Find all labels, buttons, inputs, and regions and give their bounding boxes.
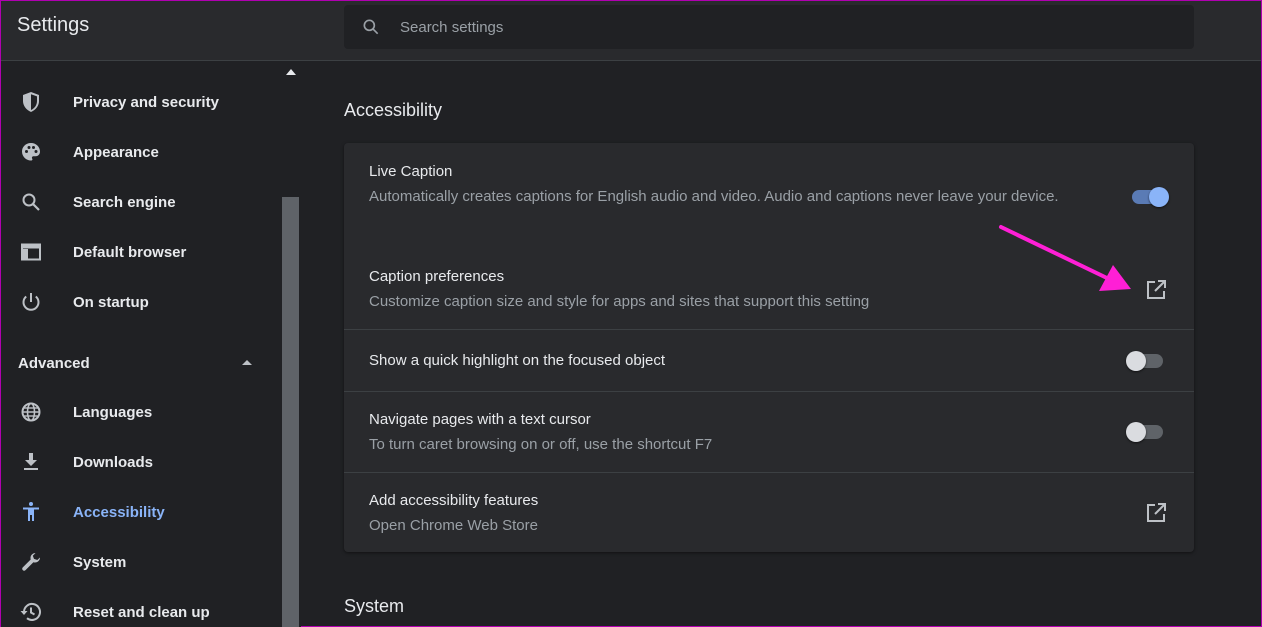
quick-highlight-row[interactable]: Show a quick highlight on the focused ob… (344, 330, 1194, 391)
text-cursor-toggle[interactable] (1126, 421, 1166, 442)
shield-icon (23, 92, 39, 112)
sidebar-item-label: Reset and clean up (73, 603, 210, 621)
sidebar: Privacy and security Appearance Search e… (1, 62, 281, 627)
live-caption-toggle[interactable] (1129, 186, 1169, 207)
scroll-up-arrow-icon[interactable] (285, 68, 297, 76)
sidebar-item-label: Downloads (73, 453, 154, 471)
sidebar-scrollbar-thumb[interactable] (282, 197, 299, 627)
row-title: Live Caption (369, 163, 453, 180)
sidebar-item-privacy-and-security[interactable]: Privacy and security (1, 79, 281, 125)
wrench-icon (22, 553, 40, 571)
advanced-label: Advanced (18, 354, 90, 372)
section-title-system: System (344, 596, 405, 616)
caption-preferences-row[interactable]: Caption preferences Customize caption si… (344, 246, 1194, 329)
sidebar-item-system[interactable]: System (1, 539, 281, 585)
text-cursor-row[interactable]: Navigate pages with a text cursor To tur… (344, 392, 1194, 472)
sidebar-item-label: Accessibility (73, 503, 165, 521)
sidebar-item-reset-and-clean-up[interactable]: Reset and clean up (1, 589, 281, 627)
browser-window-icon (21, 243, 41, 261)
sidebar-item-label: Privacy and security (73, 93, 219, 111)
sidebar-item-label: Search engine (73, 193, 176, 211)
restore-icon (20, 603, 41, 621)
sidebar-item-on-startup[interactable]: On startup (1, 279, 281, 325)
search-box[interactable] (344, 5, 1194, 49)
download-icon (24, 453, 38, 470)
live-caption-row[interactable]: Live Caption Automatically creates capti… (344, 143, 1194, 246)
sidebar-item-accessibility[interactable]: Accessibility (1, 489, 281, 535)
power-icon (22, 293, 40, 311)
sidebar-item-label: On startup (73, 293, 149, 311)
caret-up-icon (242, 360, 252, 365)
section-title-accessibility: Accessibility (344, 100, 443, 120)
sidebar-item-downloads[interactable]: Downloads (1, 439, 281, 485)
search-input[interactable] (400, 5, 1160, 49)
open-in-new-icon[interactable] (1144, 501, 1168, 525)
sidebar-item-appearance[interactable]: Appearance (1, 129, 281, 175)
sidebar-item-label: Default browser (73, 243, 187, 261)
search-icon (22, 193, 40, 211)
sidebar-item-label: Appearance (73, 143, 159, 161)
row-title: Show a quick highlight on the focused ob… (369, 352, 666, 369)
sidebar-item-languages[interactable]: Languages (1, 389, 281, 435)
sidebar-item-label: System (73, 553, 127, 571)
palette-icon (22, 143, 40, 161)
toggle-knob (1126, 351, 1146, 371)
row-description: To turn caret browsing on or off, use th… (369, 436, 713, 453)
toggle-knob (1126, 422, 1146, 442)
sidebar-item-label: Languages (73, 403, 153, 421)
quick-highlight-toggle[interactable] (1126, 350, 1166, 371)
sidebar-item-default-browser[interactable]: Default browser (1, 229, 281, 275)
search-icon (363, 19, 379, 35)
row-description: Automatically creates captions for Engli… (369, 188, 1059, 205)
advanced-section-toggle[interactable]: Advanced (18, 351, 258, 375)
top-bar: Settings (1, 1, 1261, 61)
add-accessibility-features-row[interactable]: Add accessibility features Open Chrome W… (344, 473, 1194, 552)
row-description: Open Chrome Web Store (369, 517, 538, 534)
row-description: Customize caption size and style for app… (369, 293, 870, 310)
row-title: Navigate pages with a text cursor (369, 411, 591, 428)
accessibility-card: Live Caption Automatically creates capti… (344, 143, 1194, 552)
open-in-new-icon[interactable] (1144, 278, 1168, 302)
row-title: Add accessibility features (369, 492, 539, 509)
app-title: Settings (17, 14, 90, 36)
globe-icon (21, 402, 41, 422)
sidebar-item-search-engine[interactable]: Search engine (1, 179, 281, 225)
row-title: Caption preferences (369, 268, 505, 285)
toggle-knob (1149, 187, 1169, 207)
accessibility-icon (23, 502, 39, 521)
